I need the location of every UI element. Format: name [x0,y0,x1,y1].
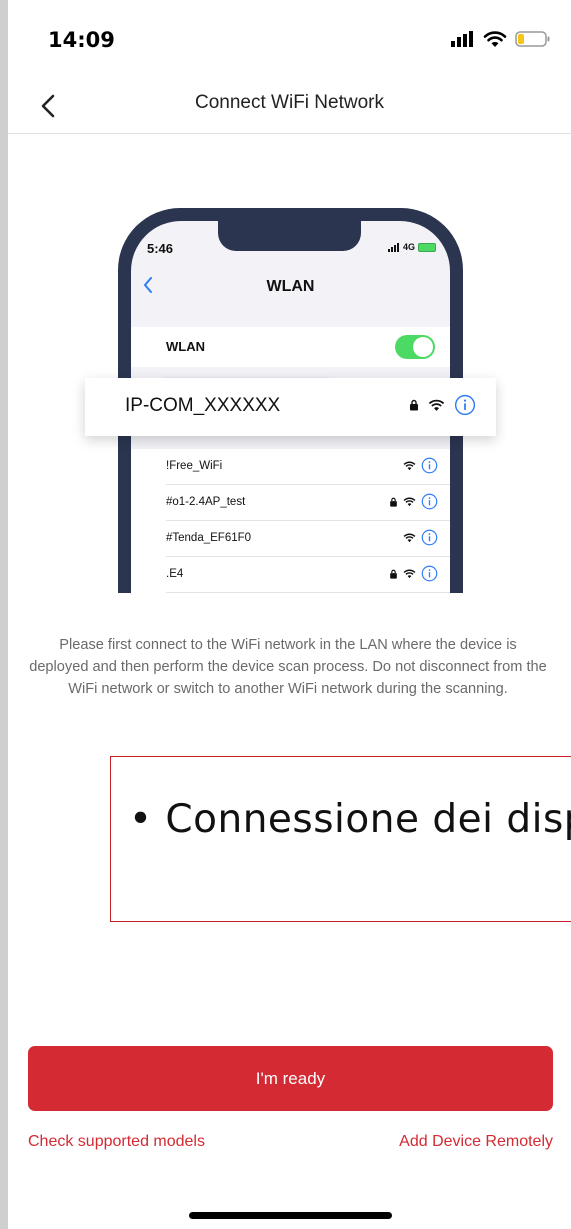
ready-button[interactable]: I'm ready [28,1046,553,1111]
wifi-icon [483,30,507,47]
check-supported-models-link[interactable]: Check supported models [28,1133,205,1151]
phone-wlan-label: WLAN [166,339,205,354]
add-device-remotely-link[interactable]: Add Device Remotely [399,1133,553,1151]
wifi-icon [403,461,416,470]
wifi-icon [403,533,416,542]
network-row: !Free_WiFi [166,449,450,485]
home-indicator [189,1212,392,1219]
info-icon [421,493,438,510]
status-bar: 14:09 [8,0,571,80]
wifi-icon [403,569,416,578]
network-icons [403,529,438,546]
network-row: #o1-2.4AP_test [166,485,450,521]
instruction-text: Please first connect to the WiFi network… [29,637,547,697]
overlay-caption-box: • Connessione dei disp [110,756,571,922]
phone-time: 5:46 [147,241,174,256]
wifi-icon [403,497,416,506]
status-icons [451,30,551,48]
network-name: .E4 [166,568,184,580]
network-row: #Tenda_EF61F0 [166,521,450,557]
phone-network-list: !Free_WiFi #o1-2.4AP_test #Tenda_EF61F0 [131,449,450,593]
info-icon [421,457,438,474]
network-icons [389,565,438,582]
info-icon [421,529,438,546]
network-name: #Tenda_EF61F0 [166,532,252,544]
network-icons [403,457,438,474]
phone-battery-icon [418,242,436,252]
phone-wlan-row: WLAN [131,327,450,367]
battery-icon [515,31,550,47]
highlighted-network-card: IP-COM_XXXXXX [85,378,496,436]
page-title: Connect WiFi Network [195,92,384,113]
info-icon [421,565,438,582]
left-edge-border [0,0,8,1229]
network-icons [389,493,438,510]
network-row: .E4 [166,557,450,593]
phone-wlan-toggle [395,335,435,359]
phone-notch [218,221,361,251]
phone-network-type: 4G [402,242,415,252]
wifi-icon [428,399,445,411]
phone-signal-icon [387,242,399,252]
phone-status-icons: 4G [387,242,436,252]
wifi-illustration: 5:46 4G WLAN WLAN !Free_WiFi #o1-2.4AP_t… [85,208,496,593]
status-time: 14:09 [48,28,115,52]
highlighted-network-name: IP-COM_XXXXXX [125,395,281,416]
cellular-signal-icon [451,31,473,47]
lock-icon [410,399,418,411]
network-name: !Free_WiFi [166,460,223,472]
highlighted-network-icons [409,394,476,416]
nav-bar: Connect WiFi Network [8,80,571,134]
phone-screen-title: WLAN [266,278,315,295]
network-name: #o1-2.4AP_test [166,496,246,508]
info-icon [454,394,476,416]
lock-icon [390,497,397,507]
overlay-caption-text: • Connessione dei disp [129,797,571,842]
lock-icon [390,569,397,579]
